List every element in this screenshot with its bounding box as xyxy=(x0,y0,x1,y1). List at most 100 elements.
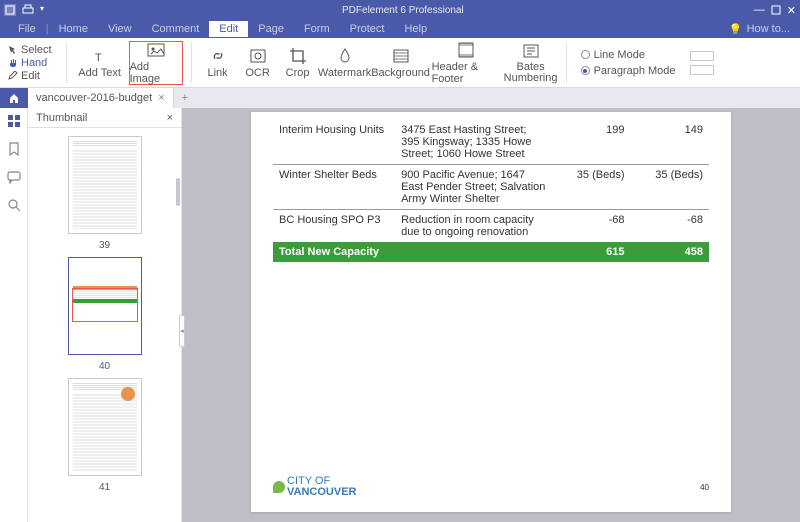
thumbnail-number: 40 xyxy=(99,361,110,372)
dropdown-icon[interactable]: ▾ xyxy=(40,4,52,16)
text-icon: T xyxy=(91,47,109,65)
ribbon: Select Hand Edit TAdd Text Add Image Lin… xyxy=(0,38,800,88)
radio-icon xyxy=(581,50,590,59)
leaf-icon xyxy=(273,481,285,493)
table-cell: 35 (Beds) xyxy=(631,165,710,210)
align-option-2[interactable] xyxy=(690,65,714,75)
menu-help[interactable]: Help xyxy=(394,21,437,37)
table-cell: 615 xyxy=(552,242,630,262)
image-icon xyxy=(147,41,165,59)
thumbnail-list[interactable]: 39 40 41 xyxy=(28,128,181,522)
table-cell: -68 xyxy=(631,210,710,243)
thumbnail-number: 41 xyxy=(99,482,110,493)
home-tab-icon[interactable] xyxy=(0,88,28,108)
lightbulb-icon: 💡 xyxy=(729,23,743,36)
menu-file[interactable]: File xyxy=(8,21,46,37)
add-image-button[interactable]: Add Image xyxy=(129,41,183,85)
app-title: PDFelement 6 Professional xyxy=(52,5,754,16)
table-cell: -68 xyxy=(552,210,630,243)
paragraph-mode-radio[interactable]: Paragraph Mode xyxy=(581,65,676,77)
panel-close-icon[interactable]: × xyxy=(167,112,173,124)
watermark-button[interactable]: Watermark xyxy=(320,41,370,85)
panel-title: Thumbnail xyxy=(36,112,87,124)
radio-icon xyxy=(581,66,590,75)
table-row: Interim Housing Units3475 East Hasting S… xyxy=(273,120,709,165)
minimize-icon[interactable]: — xyxy=(754,4,765,16)
align-group xyxy=(690,51,714,75)
line-mode-radio[interactable]: Line Mode xyxy=(581,49,676,61)
menu-protect[interactable]: Protect xyxy=(340,21,395,37)
table-cell: Interim Housing Units xyxy=(273,120,395,165)
thumbnail-page[interactable] xyxy=(68,136,142,234)
menu-edit[interactable]: Edit xyxy=(209,21,248,37)
menu-comment[interactable]: Comment xyxy=(142,21,210,37)
thumbnail-page[interactable] xyxy=(68,257,142,355)
table-cell: Reduction in room capacity due to ongoin… xyxy=(395,210,552,243)
menubar: File | Home View Comment Edit Page Form … xyxy=(0,20,800,38)
footer-logo: CITY OFVANCOUVER xyxy=(273,476,356,498)
table-row: Winter Shelter Beds900 Pacific Avenue; 1… xyxy=(273,165,709,210)
table-cell: 149 xyxy=(631,120,710,165)
crop-icon xyxy=(289,47,307,65)
menu-page[interactable]: Page xyxy=(248,21,294,37)
table-cell: 199 xyxy=(552,120,630,165)
header-footer-button[interactable]: Header & Footer xyxy=(432,41,500,85)
table-cell: BC Housing SPO P3 xyxy=(273,210,395,243)
table-cell: 35 (Beds) xyxy=(552,165,630,210)
bates-button[interactable]: Bates Numbering xyxy=(504,41,558,85)
app-icon xyxy=(4,4,16,16)
ocr-icon xyxy=(249,47,267,65)
add-tab-button[interactable]: + xyxy=(174,92,196,104)
watermark-icon xyxy=(336,47,354,65)
table-cell: 3475 East Hasting Street; 395 Kingsway; … xyxy=(395,120,552,165)
header-footer-icon xyxy=(457,41,475,59)
tab-close-icon[interactable]: × xyxy=(158,92,164,104)
scrollbar[interactable] xyxy=(176,178,180,206)
page-number: 40 xyxy=(700,483,709,492)
comment-rail-icon[interactable] xyxy=(7,170,21,184)
main-area: Thumbnail × 39 40 41 xyxy=(0,108,800,522)
close-icon[interactable]: ✕ xyxy=(787,4,796,17)
thumbnail-page[interactable] xyxy=(68,378,142,476)
tabbar: vancouver-2016-budget × + xyxy=(0,88,800,108)
thumbnail-number: 39 xyxy=(99,240,110,251)
tab-label: vancouver-2016-budget xyxy=(36,92,152,104)
menu-view[interactable]: View xyxy=(98,21,142,37)
bates-icon xyxy=(522,42,540,60)
titlebar: ▾ PDFelement 6 Professional — ✕ xyxy=(0,0,800,20)
thumbnail-panel: Thumbnail × 39 40 41 xyxy=(28,108,182,522)
table-cell: 900 Pacific Avenue; 1647 East Pender Str… xyxy=(395,165,552,210)
maximize-icon[interactable] xyxy=(771,5,781,15)
table-total-row: Total New Capacity 615458 xyxy=(273,242,709,262)
table-cell: 458 xyxy=(631,242,710,262)
edit-tool[interactable]: Edit xyxy=(8,70,52,82)
panel-splitter[interactable]: ◂ xyxy=(179,315,185,347)
menu-home[interactable]: Home xyxy=(49,21,98,37)
data-table: Interim Housing Units3475 East Hasting S… xyxy=(273,120,709,262)
table-row: BC Housing SPO P3Reduction in room capac… xyxy=(273,210,709,243)
print-icon[interactable] xyxy=(22,4,34,16)
hand-tool[interactable]: Hand xyxy=(8,57,52,69)
align-option-1[interactable] xyxy=(690,51,714,61)
thumbnail-rail-icon[interactable] xyxy=(7,114,21,128)
doc-tab[interactable]: vancouver-2016-budget × xyxy=(28,88,174,108)
crop-button[interactable]: Crop xyxy=(280,41,316,85)
add-text-button[interactable]: TAdd Text xyxy=(75,41,125,85)
background-icon xyxy=(392,47,410,65)
link-icon xyxy=(209,47,227,65)
link-button[interactable]: Link xyxy=(200,41,236,85)
pdf-page: Interim Housing Units3475 East Hasting S… xyxy=(251,112,731,512)
menu-form[interactable]: Form xyxy=(294,21,340,37)
select-tool[interactable]: Select xyxy=(8,44,52,56)
table-cell xyxy=(395,242,552,262)
howto-button[interactable]: 💡How to... xyxy=(729,23,800,36)
search-rail-icon[interactable] xyxy=(7,198,21,212)
svg-text:T: T xyxy=(95,52,102,64)
left-rail xyxy=(0,108,28,522)
bookmark-rail-icon[interactable] xyxy=(7,142,21,156)
ocr-button[interactable]: OCR xyxy=(240,41,276,85)
table-cell: Total New Capacity xyxy=(273,242,395,262)
table-cell: Winter Shelter Beds xyxy=(273,165,395,210)
page-canvas[interactable]: ◂ Interim Housing Units3475 East Hasting… xyxy=(182,108,800,522)
background-button[interactable]: Background xyxy=(374,41,428,85)
